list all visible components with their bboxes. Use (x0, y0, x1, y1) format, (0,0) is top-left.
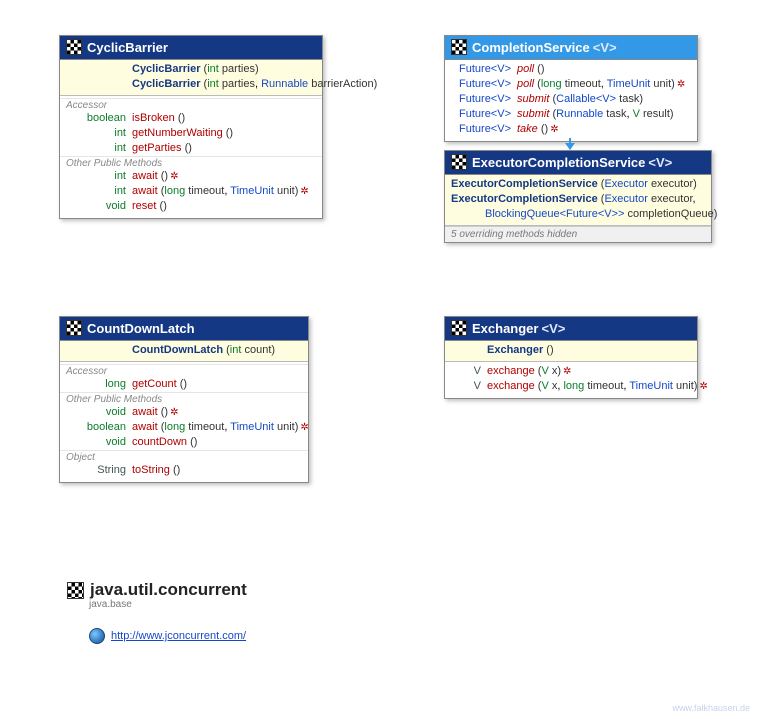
constructor: CyclicBarrier (int parties) (60, 62, 322, 77)
constructor: CountDownLatch (int count) (60, 343, 308, 358)
package-icon (67, 582, 84, 599)
methods: Vexchange (V x)✲ Vexchange (V x, long ti… (445, 362, 697, 398)
method: intawait ()✲ (60, 169, 322, 184)
realize-connector (569, 138, 571, 149)
interface-title: CompletionService (472, 40, 590, 55)
hidden-methods-note: 5 overriding methods hidden (445, 226, 711, 242)
class-icon (66, 39, 82, 55)
interface-completionservice: CompletionService <V> Future<V>poll () F… (444, 35, 698, 142)
methods: Future<V>poll () Future<V>poll (long tim… (445, 60, 697, 141)
methods: Accessor booleanisBroken () intgetNumber… (60, 96, 322, 218)
interface-header: CompletionService <V> (445, 36, 697, 60)
class-icon (451, 154, 467, 170)
section-label: Accessor (60, 98, 322, 111)
section-label: Other Public Methods (60, 392, 308, 405)
class-title: Exchanger (472, 321, 538, 336)
generic-param: <V> (648, 155, 672, 170)
method: voidawait ()✲ (60, 405, 308, 420)
method: intgetParties () (60, 141, 322, 156)
generic-param: <V> (593, 40, 617, 55)
method: Future<V>submit (Runnable task, V result… (445, 107, 697, 122)
class-header: CyclicBarrier (60, 36, 322, 60)
section-label: Accessor (60, 364, 308, 377)
generic-param: <V> (541, 321, 565, 336)
constructor: CyclicBarrier (int parties, Runnable bar… (60, 77, 322, 92)
external-link[interactable]: http://www.jconcurrent.com/ (111, 630, 246, 642)
class-exchanger: Exchanger <V> Exchanger () Vexchange (V … (444, 316, 698, 399)
constructors: ExecutorCompletionService (Executor exec… (445, 175, 711, 226)
class-header: ExecutorCompletionService <V> (445, 151, 711, 175)
method: Vexchange (V x)✲ (445, 364, 697, 379)
constructor: ExecutorCompletionService (Executor exec… (445, 192, 711, 207)
method: Future<V>take ()✲ (445, 122, 697, 137)
constructor-cont: BlockingQueue<Future<V>> completionQueue… (445, 207, 711, 222)
class-title: CyclicBarrier (87, 40, 168, 55)
class-title: CountDownLatch (87, 321, 195, 336)
class-executorcompletionservice: ExecutorCompletionService <V> ExecutorCo… (444, 150, 712, 243)
class-icon (451, 320, 467, 336)
package-module: java.base (89, 599, 247, 610)
class-header: CountDownLatch (60, 317, 308, 341)
constructors: CyclicBarrier (int parties) CyclicBarrie… (60, 60, 322, 96)
external-link-row: http://www.jconcurrent.com/ (89, 628, 247, 644)
class-countdownlatch: CountDownLatch CountDownLatch (int count… (59, 316, 309, 483)
package-title: java.util.concurrent (67, 580, 247, 600)
watermark: www.falkhausen.de (672, 703, 750, 713)
method: booleanawait (long timeout, TimeUnit uni… (60, 420, 308, 435)
method: Future<V>submit (Callable<V> task) (445, 92, 697, 107)
methods: Accessor longgetCount () Other Public Me… (60, 362, 308, 482)
method: StringtoString () (60, 463, 308, 478)
package-info: java.util.concurrent java.base http://ww… (67, 580, 247, 644)
interface-icon (451, 39, 467, 55)
method: longgetCount () (60, 377, 308, 392)
class-cyclicbarrier: CyclicBarrier CyclicBarrier (int parties… (59, 35, 323, 219)
method: Vexchange (V x, long timeout, TimeUnit u… (445, 379, 697, 394)
class-icon (66, 320, 82, 336)
constructor: ExecutorCompletionService (Executor exec… (445, 177, 711, 192)
method: voidreset () (60, 199, 322, 214)
constructors: CountDownLatch (int count) (60, 341, 308, 362)
constructor: Exchanger () (445, 343, 697, 358)
globe-icon (89, 628, 105, 644)
section-label: Object (60, 450, 308, 463)
method: booleanisBroken () (60, 111, 322, 126)
method: intgetNumberWaiting () (60, 126, 322, 141)
class-title: ExecutorCompletionService (472, 155, 645, 170)
constructors: Exchanger () (445, 341, 697, 362)
method: intawait (long timeout, TimeUnit unit)✲ (60, 184, 322, 199)
class-header: Exchanger <V> (445, 317, 697, 341)
section-label: Other Public Methods (60, 156, 322, 169)
method: Future<V>poll (long timeout, TimeUnit un… (445, 77, 697, 92)
method: Future<V>poll () (445, 62, 697, 77)
method: voidcountDown () (60, 435, 308, 450)
